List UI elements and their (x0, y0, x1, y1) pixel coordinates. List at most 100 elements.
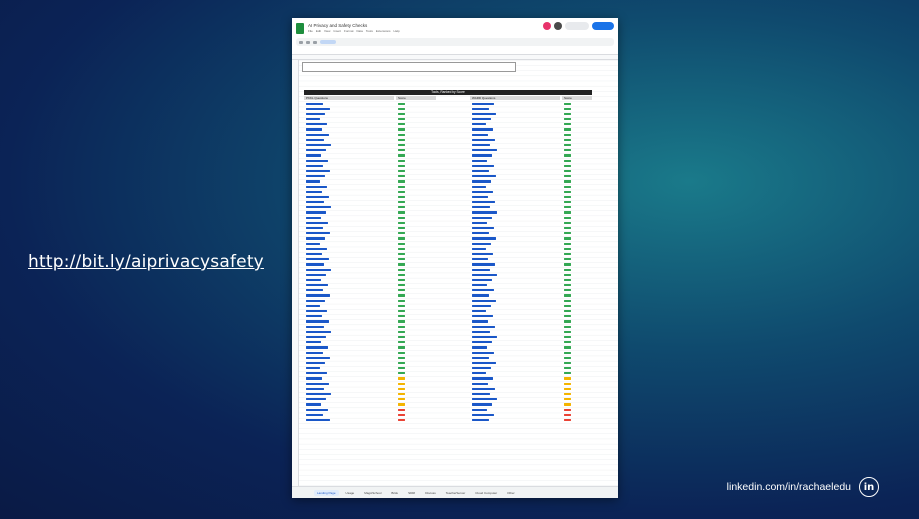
tool-name (472, 299, 496, 302)
tool-name (306, 242, 320, 245)
sheet-tab: MagicSchool (364, 490, 382, 495)
score-cell (564, 382, 571, 385)
tool-name (306, 247, 327, 250)
score-cell (564, 387, 571, 390)
tool-name (472, 341, 492, 344)
score-cell (564, 315, 571, 318)
score-cell (564, 123, 571, 126)
score-cell (564, 418, 571, 422)
share-button (592, 22, 614, 30)
menu-item: Data (356, 29, 363, 33)
menu-item: View (324, 29, 331, 33)
tool-name (306, 128, 322, 131)
menu-item: Extensions (375, 29, 391, 33)
score-cell (398, 149, 405, 152)
score-cell (564, 320, 571, 323)
tool-name (472, 201, 495, 204)
tool-name (306, 112, 325, 116)
score-cell (398, 216, 405, 219)
score-cell (564, 356, 571, 359)
score-cell (398, 387, 405, 390)
tool-name (306, 393, 331, 396)
score-cell (564, 216, 571, 219)
tool-name (306, 346, 328, 349)
score-cell (564, 144, 571, 147)
tool-name (306, 320, 329, 323)
score-cell (398, 310, 405, 313)
score-cell (398, 304, 405, 307)
score-cell (564, 149, 571, 152)
score-cell (398, 185, 405, 188)
tool-name (306, 263, 324, 266)
tool-name (472, 418, 489, 422)
score-cell (564, 346, 571, 349)
score-cell (564, 289, 571, 292)
score-cell (564, 169, 571, 173)
tool-name (306, 403, 321, 406)
score-cell (398, 138, 405, 141)
linkedin-icon[interactable]: in (859, 477, 879, 497)
tool-name (306, 144, 331, 147)
tool-name (306, 237, 325, 240)
sheet-tab: Brisk (391, 490, 399, 495)
tool-name (472, 247, 486, 250)
score-cell (398, 398, 405, 401)
score-cell (564, 227, 571, 230)
right-ranking-list (472, 101, 571, 423)
score-cell (564, 413, 571, 416)
footer-text[interactable]: linkedin.com/in/rachaeledu (727, 481, 851, 493)
tool-name (306, 294, 330, 297)
score-cell (564, 403, 571, 406)
score-cell (398, 128, 405, 131)
score-cell (564, 398, 571, 401)
score-cell (564, 372, 571, 375)
tool-name (306, 377, 322, 380)
score-cell (398, 263, 405, 266)
score-cell (398, 232, 405, 235)
sheet-tab: Landing Page (314, 489, 339, 496)
tool-name (306, 289, 323, 292)
score-cell (398, 237, 405, 240)
tool-name (306, 164, 323, 167)
score-cell (398, 325, 405, 328)
tool-name (306, 138, 324, 141)
tool-name (306, 351, 323, 354)
tool-name (472, 102, 494, 105)
score-cell (564, 263, 571, 266)
score-cell (398, 361, 405, 365)
score-cell (564, 164, 571, 167)
avatar (543, 22, 551, 30)
score-cell (564, 377, 571, 380)
tool-name (306, 232, 330, 235)
tool-name (472, 138, 495, 141)
score-cell (398, 367, 405, 370)
score-cell (564, 211, 571, 214)
tool-name (306, 335, 326, 339)
score-cell (564, 112, 571, 116)
list-item (472, 417, 571, 422)
score-cell (398, 206, 405, 209)
score-cell (398, 190, 405, 193)
score-cell (564, 102, 571, 105)
score-cell (564, 341, 571, 344)
tool-name (472, 263, 495, 266)
score-cell (564, 206, 571, 209)
tool-name (306, 258, 329, 261)
score-cell (398, 175, 405, 178)
score-cell (398, 330, 405, 333)
sheet-tabs: Landing Page Usage MagicSchool Brisk SDRI Dis… (292, 486, 618, 498)
tool-name (306, 227, 323, 230)
tool-name (306, 325, 324, 328)
score-cell (398, 144, 405, 147)
footer: linkedin.com/in/rachaeledu in (727, 477, 879, 497)
score-cell (564, 232, 571, 235)
menu-item: Insert (333, 29, 341, 33)
score-cell (398, 133, 405, 136)
score-cell (398, 299, 405, 302)
score-cell (564, 221, 571, 224)
score-cell (564, 185, 571, 188)
slide-link[interactable]: http://bit.ly/aiprivacysafety (28, 252, 264, 272)
score-cell (398, 377, 405, 380)
sheet-tab: Other (507, 490, 515, 495)
score-cell (564, 273, 571, 276)
